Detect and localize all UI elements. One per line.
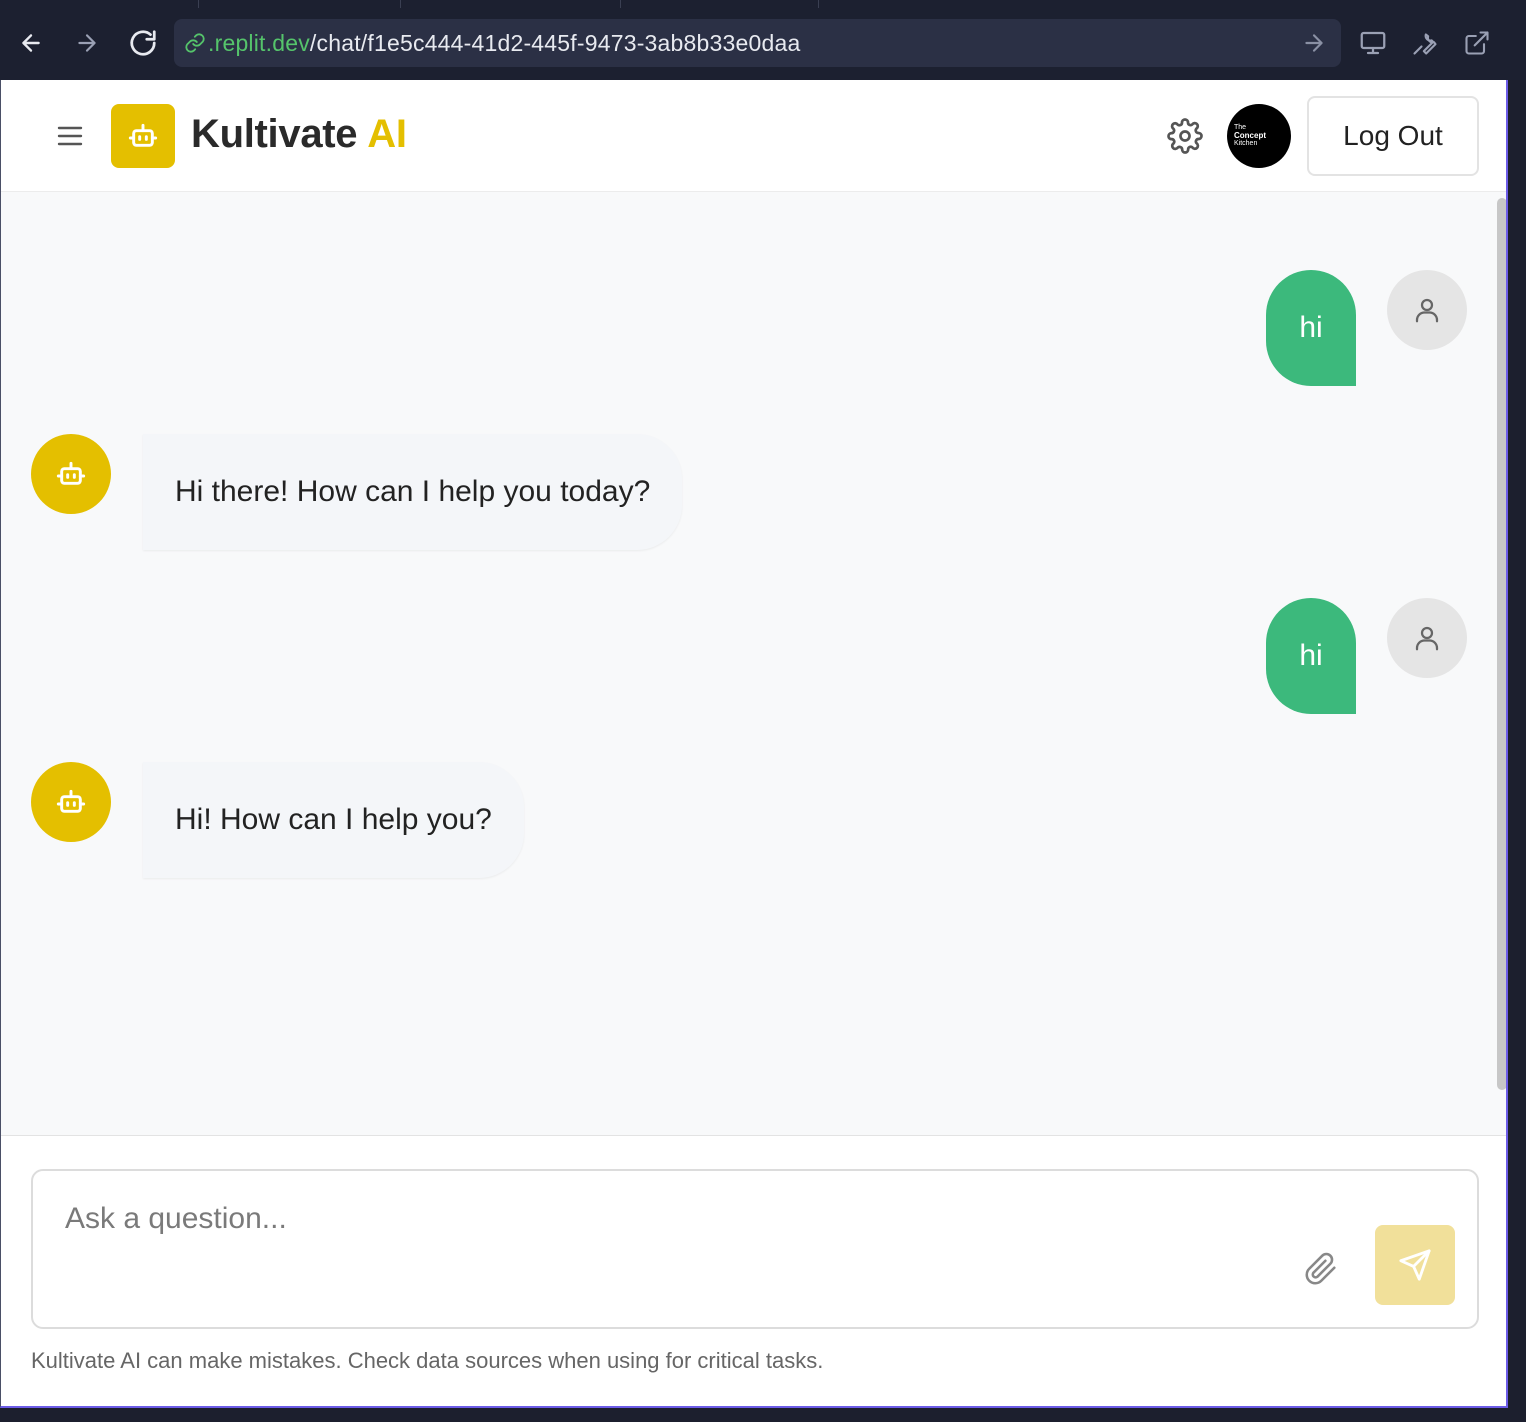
scrollbar-thumb[interactable] xyxy=(1497,198,1506,1090)
open-new-window-button[interactable] xyxy=(1460,26,1494,60)
tab-strip xyxy=(0,0,1526,8)
composer-box xyxy=(31,1169,1479,1329)
tab-separator xyxy=(818,0,819,8)
send-icon xyxy=(1399,1249,1431,1281)
assistant-message: Hi there! How can I help you today? xyxy=(143,434,683,550)
logo xyxy=(111,104,175,168)
reload-icon xyxy=(130,30,156,56)
brand-suffix: AI xyxy=(367,112,407,156)
tab-separator xyxy=(400,0,401,8)
user-icon xyxy=(1415,626,1439,651)
bot-icon xyxy=(56,461,86,485)
forward-button[interactable] xyxy=(70,26,104,60)
app-header: Kultivate AI The Concept Kitchen Log Out xyxy=(1,80,1506,192)
assistant-avatar xyxy=(31,434,111,514)
chat-messages: hi Hi there! How can I help you today? h… xyxy=(1,192,1506,1135)
reload-button[interactable] xyxy=(126,26,160,60)
assistant-message: Hi! How can I help you? xyxy=(143,762,524,878)
menu-button[interactable] xyxy=(51,118,89,154)
user-message: hi xyxy=(1266,270,1356,386)
bot-icon xyxy=(128,123,158,147)
send-button[interactable] xyxy=(1375,1225,1455,1305)
settings-button[interactable] xyxy=(1165,116,1205,156)
profile-logo-line: Concept xyxy=(1234,131,1266,140)
arrow-left-icon xyxy=(22,34,40,52)
monitor-icon xyxy=(1360,31,1386,55)
user-message: hi xyxy=(1266,598,1356,714)
attach-button[interactable] xyxy=(1301,1249,1341,1289)
paperclip-icon xyxy=(1305,1252,1336,1285)
brand-title: Kultivate AI xyxy=(191,112,407,157)
app-window: Kultivate AI The Concept Kitchen Log Out … xyxy=(0,80,1508,1408)
user-avatar xyxy=(1387,598,1467,678)
user-avatar xyxy=(1387,270,1467,350)
logout-button[interactable]: Log Out xyxy=(1307,96,1479,176)
user-icon xyxy=(1415,298,1439,323)
bot-icon xyxy=(56,789,86,813)
question-input[interactable] xyxy=(65,1199,1265,1239)
arrow-right-icon xyxy=(78,34,96,52)
gear-icon xyxy=(1167,118,1203,154)
address-bar[interactable]: .replit.dev/chat/f1e5c444-41d2-445f-9473… xyxy=(174,19,1341,67)
brand-name: Kultivate xyxy=(191,112,358,156)
back-button[interactable] xyxy=(14,26,48,60)
disclaimer-text: Kultivate AI can make mistakes. Check da… xyxy=(31,1348,824,1373)
tab-separator xyxy=(198,0,199,8)
url-text: .replit.dev/chat/f1e5c444-41d2-445f-9473… xyxy=(208,30,800,57)
go-arrow-icon[interactable] xyxy=(1301,30,1327,56)
profile-avatar[interactable]: The Concept Kitchen xyxy=(1227,104,1291,168)
wrench-icon xyxy=(1413,33,1437,55)
profile-logo-line: Kitchen xyxy=(1234,140,1258,147)
composer: Kultivate AI can make mistakes. Check da… xyxy=(1,1135,1506,1406)
assistant-avatar xyxy=(31,762,111,842)
browser-toolbar: .replit.dev/chat/f1e5c444-41d2-445f-9473… xyxy=(0,0,1526,80)
link-icon xyxy=(182,30,208,56)
hamburger-icon xyxy=(57,126,83,146)
url-path: /chat/f1e5c444-41d2-445f-9473-3ab8b33e0d… xyxy=(309,29,801,56)
devtools-button[interactable] xyxy=(1408,26,1442,60)
devices-button[interactable] xyxy=(1356,26,1390,60)
tab-separator xyxy=(620,0,621,8)
url-domain: .replit.dev xyxy=(208,29,310,56)
external-link-icon xyxy=(1465,31,1489,55)
